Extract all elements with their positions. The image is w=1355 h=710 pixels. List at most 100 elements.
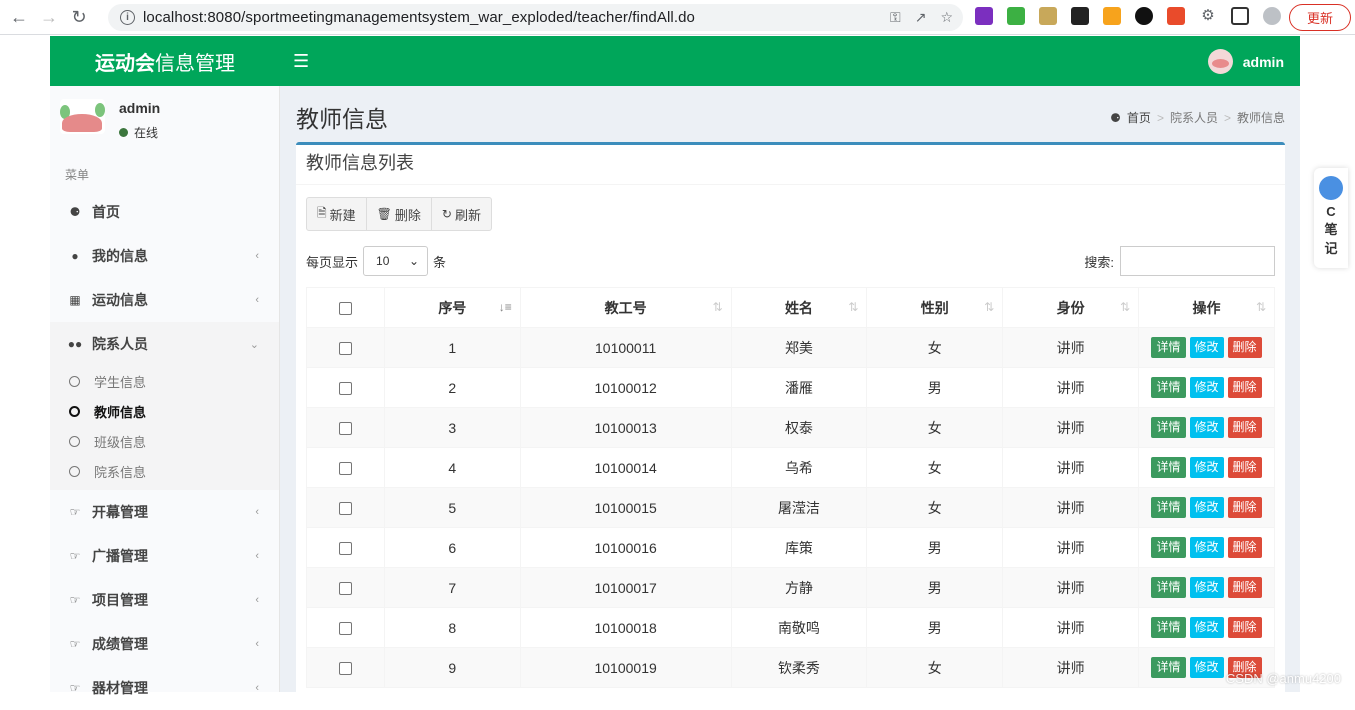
detail-button[interactable]: 详情 bbox=[1151, 377, 1185, 398]
row-delete-button[interactable]: 删除 bbox=[1228, 417, 1262, 438]
detail-button[interactable]: 详情 bbox=[1151, 617, 1185, 638]
app-logo[interactable]: 运动会信息管理 bbox=[50, 36, 280, 86]
edit-button[interactable]: 修改 bbox=[1190, 337, 1224, 358]
back-icon[interactable]: ← bbox=[8, 6, 30, 28]
table-row[interactable]: 710100017方静男讲师详情修改删除 bbox=[307, 568, 1275, 608]
sidebar-toggle-icon[interactable]: ☰ bbox=[293, 51, 309, 72]
submenu-label: 学生信息 bbox=[94, 372, 146, 391]
green-extension-icon[interactable] bbox=[1007, 7, 1025, 25]
edit-button[interactable]: 修改 bbox=[1190, 537, 1224, 558]
infinity-extension-icon[interactable] bbox=[1135, 7, 1153, 25]
submenu-item-classes[interactable]: 班级信息 bbox=[50, 426, 279, 456]
chevron-left-icon: ‹ bbox=[255, 294, 259, 306]
cell-no: 1 bbox=[384, 328, 520, 368]
page-length-select[interactable]: 10 ⌄ bbox=[363, 246, 428, 276]
column-header-staff-id[interactable]: 教工号⇅ bbox=[520, 288, 731, 328]
share-icon[interactable]: ↗ bbox=[915, 9, 927, 26]
column-header-actions[interactable]: 操作⇅ bbox=[1139, 288, 1275, 328]
row-delete-button[interactable]: 删除 bbox=[1228, 377, 1262, 398]
column-header-no[interactable]: 序号↓≡ bbox=[384, 288, 520, 328]
row-checkbox[interactable] bbox=[339, 502, 352, 515]
logo-bold-text: 运动会 bbox=[95, 47, 155, 76]
column-header-gender[interactable]: 性别⇅ bbox=[867, 288, 1003, 328]
new-button[interactable]: 🗎新建 bbox=[306, 197, 367, 231]
row-delete-button[interactable]: 删除 bbox=[1228, 337, 1262, 358]
detail-button[interactable]: 详情 bbox=[1151, 417, 1185, 438]
edit-button[interactable]: 修改 bbox=[1190, 377, 1224, 398]
image-extension-icon[interactable] bbox=[1039, 7, 1057, 25]
edit-button[interactable]: 修改 bbox=[1190, 657, 1224, 678]
info-icon[interactable]: i bbox=[120, 10, 135, 25]
sidebar-item-sport-info[interactable]: ▦ 运动信息 ‹ bbox=[50, 278, 279, 322]
table-row[interactable]: 110100011郑美女讲师详情修改删除 bbox=[307, 328, 1275, 368]
column-header-name[interactable]: 姓名⇅ bbox=[731, 288, 867, 328]
row-checkbox[interactable] bbox=[339, 582, 352, 595]
profile-icon[interactable] bbox=[1263, 7, 1281, 25]
table-row[interactable]: 410100014乌希女讲师详情修改删除 bbox=[307, 448, 1275, 488]
row-checkbox[interactable] bbox=[339, 342, 352, 355]
edit-button[interactable]: 修改 bbox=[1190, 457, 1224, 478]
sidebar-item-equipment[interactable]: ☞ 器材管理 ‹ bbox=[50, 666, 279, 710]
sidebar-item-broadcast[interactable]: ☞ 广播管理 ‹ bbox=[50, 534, 279, 578]
note-widget[interactable]: C 笔 记 bbox=[1314, 168, 1348, 268]
rp-extension-icon[interactable] bbox=[975, 7, 993, 25]
search-input[interactable] bbox=[1120, 246, 1275, 276]
row-delete-button[interactable]: 删除 bbox=[1228, 497, 1262, 518]
edit-button[interactable]: 修改 bbox=[1190, 497, 1224, 518]
sidebar-item-scores[interactable]: ☞ 成绩管理 ‹ bbox=[50, 622, 279, 666]
column-header-role[interactable]: 身份⇅ bbox=[1003, 288, 1139, 328]
row-checkbox[interactable] bbox=[339, 662, 352, 675]
sidepanel-icon[interactable] bbox=[1231, 7, 1249, 25]
edit-button[interactable]: 修改 bbox=[1190, 617, 1224, 638]
edit-button[interactable]: 修改 bbox=[1190, 417, 1224, 438]
vip-extension-icon[interactable] bbox=[1103, 7, 1121, 25]
detail-button[interactable]: 详情 bbox=[1151, 337, 1185, 358]
row-checkbox[interactable] bbox=[339, 622, 352, 635]
sidebar-item-opening[interactable]: ☞ 开幕管理 ‹ bbox=[50, 490, 279, 534]
row-checkbox[interactable] bbox=[339, 382, 352, 395]
detail-button[interactable]: 详情 bbox=[1151, 537, 1185, 558]
refresh-button[interactable]: ↻刷新 bbox=[431, 197, 492, 231]
table-row[interactable]: 910100019钦柔秀女讲师详情修改删除 bbox=[307, 648, 1275, 688]
edit-button[interactable]: 修改 bbox=[1190, 577, 1224, 598]
detail-button[interactable]: 详情 bbox=[1151, 577, 1185, 598]
row-delete-button[interactable]: 删除 bbox=[1228, 457, 1262, 478]
breadcrumb-home[interactable]: 首页 bbox=[1127, 109, 1151, 126]
sidebar-item-my-info[interactable]: ● 我的信息 ‹ bbox=[50, 234, 279, 278]
dark-extension-icon[interactable] bbox=[1071, 7, 1089, 25]
key-icon[interactable]: ⚿ bbox=[890, 9, 901, 26]
delete-button[interactable]: 🗑删除 bbox=[366, 197, 432, 231]
row-delete-button[interactable]: 删除 bbox=[1228, 617, 1262, 638]
row-checkbox[interactable] bbox=[339, 462, 352, 475]
table-row[interactable]: 210100012潘雁男讲师详情修改删除 bbox=[307, 368, 1275, 408]
forward-icon[interactable]: → bbox=[38, 6, 60, 28]
detail-button[interactable]: 详情 bbox=[1151, 497, 1185, 518]
sidebar-item-home[interactable]: ⚈ 首页 bbox=[50, 190, 279, 234]
sort-asc-icon: ↓≡ bbox=[499, 300, 512, 314]
submenu-item-students[interactable]: 学生信息 bbox=[50, 366, 279, 396]
address-bar[interactable]: i localhost:8080/sportmeetingmanagements… bbox=[108, 4, 963, 31]
table-row[interactable]: 810100018南敬鸣男讲师详情修改删除 bbox=[307, 608, 1275, 648]
submenu-item-departments[interactable]: 院系信息 bbox=[50, 456, 279, 486]
dashboard-icon: ⚈ bbox=[1110, 111, 1121, 125]
update-button[interactable]: 更新 bbox=[1289, 4, 1351, 31]
submenu-item-teachers[interactable]: 教师信息 bbox=[50, 396, 279, 426]
row-delete-button[interactable]: 删除 bbox=[1228, 537, 1262, 558]
top-user-menu[interactable]: admin bbox=[1208, 49, 1284, 74]
detail-button[interactable]: 详情 bbox=[1151, 657, 1185, 678]
row-checkbox[interactable] bbox=[339, 542, 352, 555]
reload-icon[interactable]: ↻ bbox=[68, 6, 90, 28]
table-row[interactable]: 610100016库策男讲师详情修改删除 bbox=[307, 528, 1275, 568]
detail-button[interactable]: 详情 bbox=[1151, 457, 1185, 478]
puzzle-icon[interactable]: ⚙ bbox=[1199, 7, 1217, 25]
row-checkbox[interactable] bbox=[339, 422, 352, 435]
breadcrumb-staff[interactable]: 院系人员 bbox=[1170, 109, 1218, 126]
sidebar-item-department-staff[interactable]: ●● 院系人员 ⌄ bbox=[50, 322, 279, 366]
sidebar-item-projects[interactable]: ☞ 项目管理 ‹ bbox=[50, 578, 279, 622]
c-extension-icon[interactable] bbox=[1167, 7, 1185, 25]
star-icon[interactable]: ☆ bbox=[940, 9, 953, 26]
select-all-checkbox[interactable] bbox=[339, 302, 352, 315]
row-delete-button[interactable]: 删除 bbox=[1228, 577, 1262, 598]
table-row[interactable]: 310100013权泰女讲师详情修改删除 bbox=[307, 408, 1275, 448]
table-row[interactable]: 510100015屠滢洁女讲师详情修改删除 bbox=[307, 488, 1275, 528]
